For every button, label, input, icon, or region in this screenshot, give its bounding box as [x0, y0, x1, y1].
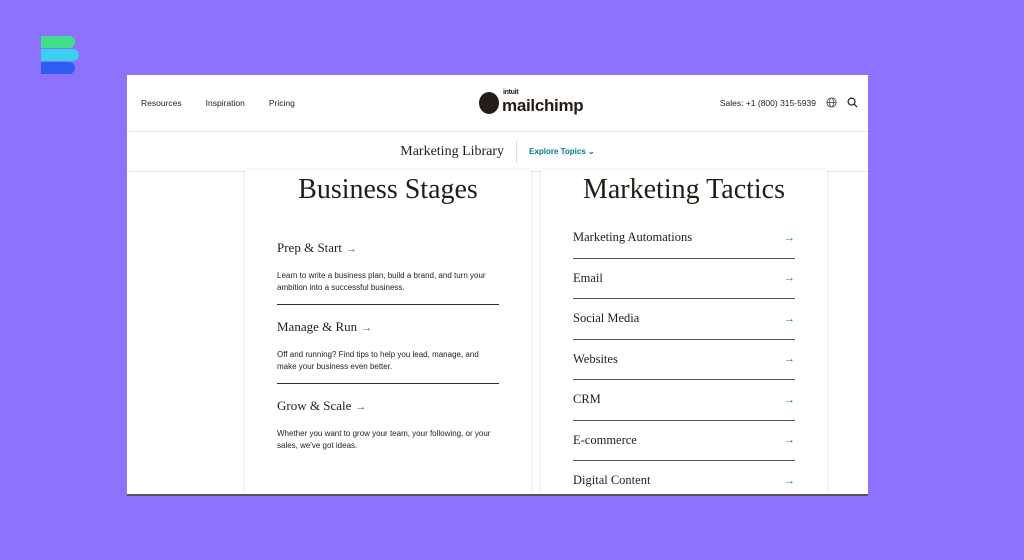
stage-desc: Learn to write a business plan, build a … [277, 271, 486, 292]
stage-item[interactable]: Grow & Scale → Whether you want to grow yo… [277, 384, 499, 462]
marketing-tactics-card: Marketing Tactics Marketing Automations →… [541, 170, 827, 494]
tactic-label: Email [573, 270, 603, 285]
arrow-right-icon: → [361, 322, 373, 334]
arrow-right-icon: → [784, 434, 795, 447]
library-title[interactable]: Marketing Library [400, 144, 504, 160]
stage-title[interactable]: Grow & Scale [277, 398, 351, 413]
explore-topics-dropdown[interactable]: Explore Topics ⌄ [529, 147, 595, 156]
arrow-right-icon: → [784, 353, 795, 366]
nav-resources[interactable]: Resources [141, 98, 182, 108]
tactic-label: Digital Content [573, 473, 651, 488]
arrow-right-icon: → [784, 231, 795, 244]
arrow-right-icon: → [355, 401, 367, 413]
arrow-right-icon: → [784, 312, 795, 325]
search-icon[interactable] [847, 97, 858, 108]
tactic-label: Websites [573, 351, 618, 366]
stage-desc: Off and running? Find tips to help you l… [277, 350, 479, 371]
tactic-item[interactable]: Digital Content → [573, 461, 795, 494]
tactic-label: Marketing Automations [573, 230, 693, 245]
arrow-right-icon: → [346, 243, 357, 255]
top-header: Resources Inspiration Pricing intuit mail… [127, 75, 868, 132]
tactic-item[interactable]: Email → [573, 259, 795, 299]
brand-logo [41, 36, 79, 76]
stage-item[interactable]: Manage & Run → Off and running? Find tips … [277, 305, 499, 384]
nav-pricing[interactable]: Pricing [269, 98, 295, 108]
arrow-right-icon: → [784, 393, 795, 406]
tactic-label: E-commerce [573, 432, 637, 447]
stage-item[interactable]: Prep & Start → Learn to write a business p… [277, 226, 499, 305]
tactic-label: CRM [573, 392, 601, 407]
tactic-item[interactable]: E-commerce → [573, 421, 795, 461]
arrow-right-icon: → [784, 272, 795, 285]
sales-phone[interactable]: Sales: +1 (800) 315-5939 [720, 98, 816, 108]
mailchimp-logo[interactable]: intuit mailchimp [479, 89, 584, 116]
tactic-item[interactable]: CRM → [573, 380, 795, 421]
stage-title[interactable]: Manage & Run [277, 319, 357, 334]
logo-text: mailchimp [502, 96, 584, 115]
tactic-item[interactable]: Marketing Automations → [573, 218, 795, 259]
explore-label: Explore Topics [529, 147, 586, 156]
nav-inspiration[interactable]: Inspiration [206, 98, 245, 108]
stage-desc: Whether you want to grow your team, your… [277, 429, 491, 450]
browser-window: Resources Inspiration Pricing intuit mail… [127, 75, 868, 496]
tactic-item[interactable]: Websites → [573, 340, 795, 380]
stage-title[interactable]: Prep & Start [277, 240, 342, 255]
arrow-right-icon: → [784, 474, 795, 487]
card-title: Business Stages [298, 174, 478, 205]
sub-nav: Marketing Library Explore Topics ⌄ [127, 132, 868, 172]
logo-intuit: intuit [503, 89, 519, 96]
tactic-label: Social Media [573, 311, 640, 326]
chimp-icon [479, 92, 499, 114]
tactic-item[interactable]: Social Media → [573, 299, 795, 340]
card-title: Marketing Tactics [582, 174, 785, 205]
chevron-down-icon: ⌄ [588, 147, 595, 156]
divider [516, 140, 518, 163]
business-stages-card: Business Stages Prep & Start → Learn to wr… [245, 170, 531, 494]
globe-icon[interactable] [826, 97, 837, 108]
